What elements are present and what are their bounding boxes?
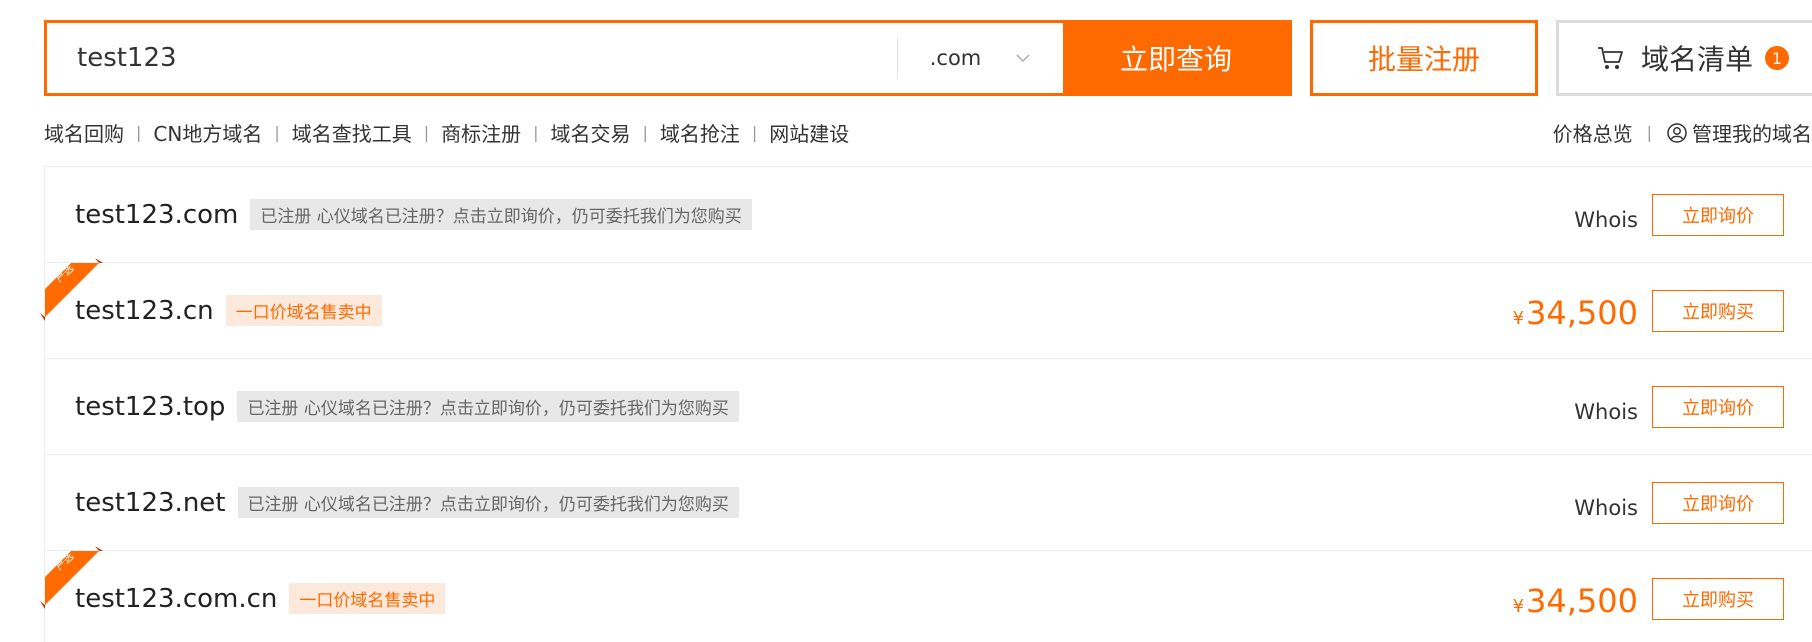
- inquire-button[interactable]: 立即询价: [1652, 385, 1784, 428]
- domain-result-row: test123.net 已注册 心仪域名已注册？点击立即询价，仍可委托我们为您购…: [45, 455, 1812, 551]
- inquire-button[interactable]: 立即询价: [1652, 481, 1784, 524]
- row-actions: Whois 立即询价: [1574, 167, 1784, 262]
- rightnav-separator: |: [1646, 123, 1652, 142]
- featured-ribbon-icon: 严选: [40, 258, 103, 321]
- currency-symbol: ¥: [1512, 307, 1525, 329]
- chevron-down-icon: [1016, 54, 1030, 63]
- row-actions: Whois 立即询价: [1574, 359, 1784, 454]
- buy-now-button[interactable]: 立即购买: [1652, 577, 1784, 620]
- domain-result-row: 严选 test123.cn 一口价域名售卖中 ¥ 34,500 立即购买: [40, 258, 1812, 359]
- registered-status-tag: 已注册 心仪域名已注册？点击立即询价，仍可委托我们为您购买: [250, 199, 752, 230]
- sub-navigation: 域名回购 | CN地方域名 | 域名查找工具 | 商标注册 | 域名交易 | 域…: [44, 118, 849, 147]
- for-sale-tag: 一口价域名售卖中: [289, 583, 446, 614]
- row-actions: ¥ 34,500 立即购买: [1513, 551, 1784, 642]
- suffix-select-value: .com: [929, 46, 982, 70]
- subnav-separator: |: [642, 123, 648, 142]
- subnav-link-buyback[interactable]: 域名回购: [44, 118, 124, 147]
- domain-name: test123.com: [75, 199, 239, 230]
- domain-cart-button[interactable]: 域名清单 1: [1556, 20, 1812, 96]
- bulk-register-label: 批量注册: [1367, 43, 1480, 76]
- user-circle-icon: [1667, 122, 1687, 143]
- bulk-register-button[interactable]: 批量注册: [1310, 20, 1538, 96]
- whois-link[interactable]: Whois: [1574, 486, 1638, 520]
- subnav-link-trademark[interactable]: 商标注册: [441, 118, 521, 147]
- domain-name: test123.net: [75, 487, 226, 518]
- cart-icon: [1598, 47, 1623, 69]
- subnav-separator: |: [136, 123, 142, 142]
- subnav-link-website-build[interactable]: 网站建设: [769, 118, 849, 147]
- subnav-link-domain-trade[interactable]: 域名交易: [551, 118, 631, 147]
- whois-link[interactable]: Whois: [1574, 390, 1638, 424]
- cart-label: 域名清单: [1641, 43, 1754, 76]
- price-amount: 34,500: [1526, 293, 1638, 332]
- domain-result-row: test123.top 已注册 心仪域名已注册？点击立即询价，仍可委托我们为您购…: [45, 359, 1812, 455]
- domain-name: test123.top: [75, 391, 226, 422]
- inquire-button[interactable]: 立即询价: [1652, 193, 1784, 236]
- domain-search-box: .com 立即查询: [44, 20, 1292, 96]
- price: ¥ 34,500: [1513, 290, 1638, 332]
- currency-symbol: ¥: [1512, 595, 1525, 617]
- registered-status-tag: 已注册 心仪域名已注册？点击立即询价，仍可委托我们为您购买: [237, 487, 739, 518]
- cart-count-badge: 1: [1765, 46, 1790, 70]
- domain-result-row: 严选 test123.com.cn 一口价域名售卖中 ¥ 34,500 立即购买: [40, 546, 1812, 642]
- row-actions: ¥ 34,500 立即购买: [1513, 263, 1784, 358]
- for-sale-tag: 一口价域名售卖中: [225, 295, 382, 326]
- registered-status-tag: 已注册 心仪域名已注册？点击立即询价，仍可委托我们为您购买: [237, 391, 739, 422]
- domain-result-row: test123.com 已注册 心仪域名已注册？点击立即询价，仍可委托我们为您购…: [45, 167, 1812, 263]
- whois-link[interactable]: Whois: [1574, 198, 1638, 232]
- subnav-separator: |: [423, 123, 430, 142]
- subnav-link-domain-finder[interactable]: 域名查找工具: [292, 118, 412, 147]
- manage-domains-label: 管理我的域名: [1692, 122, 1812, 146]
- subnav-separator: |: [274, 123, 280, 142]
- subnav-link-cn-local-domain[interactable]: CN地方域名: [153, 118, 262, 147]
- query-button[interactable]: 立即查询: [1063, 23, 1289, 93]
- domain-search-input[interactable]: [47, 23, 897, 93]
- right-navigation: 价格总览 | 管理我的域名: [1553, 118, 1812, 147]
- suffix-select[interactable]: .com: [897, 37, 1063, 79]
- domain-results-list: test123.com 已注册 心仪域名已注册？点击立即询价，仍可委托我们为您购…: [40, 166, 1812, 642]
- manage-domains-link[interactable]: 管理我的域名: [1666, 118, 1812, 147]
- subnav-link-domain-snap[interactable]: 域名抢注: [660, 118, 740, 147]
- subnav-separator: |: [533, 123, 539, 142]
- subnav-separator: |: [751, 123, 758, 142]
- featured-ribbon-icon: 严选: [40, 546, 103, 609]
- price-amount: 34,500: [1526, 581, 1638, 620]
- price: ¥ 34,500: [1513, 578, 1638, 620]
- price-overview-link[interactable]: 价格总览: [1553, 118, 1633, 147]
- row-actions: Whois 立即询价: [1574, 455, 1784, 550]
- buy-now-button[interactable]: 立即购买: [1652, 289, 1784, 332]
